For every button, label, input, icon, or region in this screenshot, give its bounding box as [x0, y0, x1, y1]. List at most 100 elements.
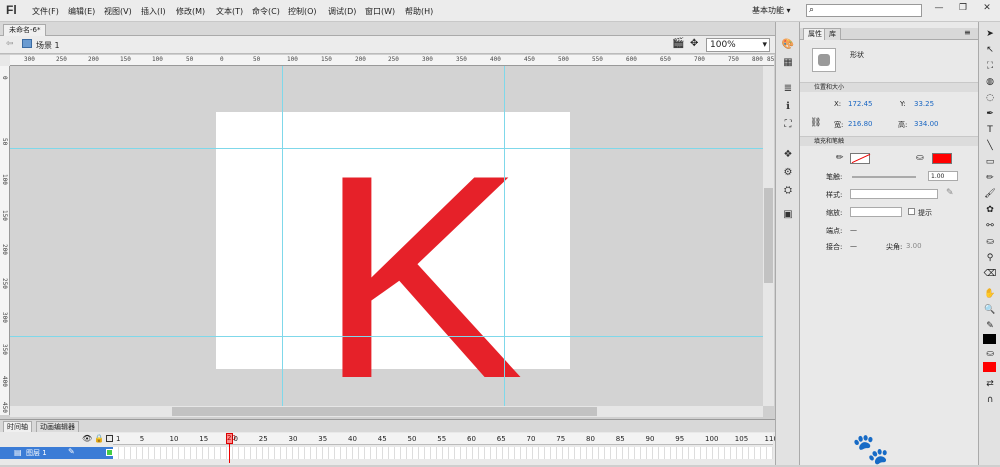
motion-presets-icon[interactable]: ⛭ [780, 184, 796, 198]
y-value[interactable]: 33.25 [914, 100, 934, 108]
free-transform-tool-icon[interactable]: ⛶ [982, 60, 998, 73]
edit-scene-icon[interactable]: 🎬 [672, 38, 684, 49]
letter-k-shape[interactable]: K [317, 132, 524, 406]
section-fill-stroke[interactable]: 填充和笔触 [800, 136, 978, 146]
frame-number: 60 [467, 435, 476, 443]
shape-thumbnail [812, 48, 836, 72]
menu-debug[interactable]: 调试(D) [328, 6, 356, 17]
style-select[interactable] [850, 189, 938, 199]
outline-icon[interactable] [106, 435, 113, 442]
rectangle-tool-icon[interactable]: ▭ [982, 156, 998, 169]
ruler-tick: 50 [1, 138, 8, 146]
snap-magnet-icon[interactable]: ∩ [982, 394, 998, 407]
selection-tool-icon[interactable]: ➤ [982, 28, 998, 41]
bone-tool-icon[interactable]: ⚯ [982, 220, 998, 233]
minimize-button[interactable]: — [926, 1, 952, 15]
ruler-top: 300 250 200 150 100 50 0 50 100 150 200 … [10, 55, 774, 66]
lasso-tool-icon[interactable]: ◌ [982, 92, 998, 105]
pencil-tool-icon[interactable]: ✏ [982, 172, 998, 185]
cap-select[interactable]: — [850, 226, 857, 234]
menu-file[interactable]: 文件(F) [32, 6, 59, 17]
zoom-tool-icon[interactable]: 🔍 [982, 304, 998, 317]
color-icon[interactable]: 🎨 [780, 38, 796, 52]
section-position-size[interactable]: 位置和大小 [800, 82, 978, 92]
menu-window[interactable]: 窗口(W) [365, 6, 395, 17]
menu-control[interactable]: 控制(O) [288, 6, 317, 17]
ruler-tick: 400 [490, 56, 501, 63]
x-value[interactable]: 172.45 [848, 100, 873, 108]
stroke-color-chip[interactable] [983, 334, 996, 344]
menu-edit[interactable]: 编辑(E) [68, 6, 95, 17]
menu-insert[interactable]: 插入(I) [141, 6, 166, 17]
info-icon[interactable]: ℹ [780, 100, 796, 114]
menu-commands[interactable]: 命令(C) [252, 6, 280, 17]
watermark-paw-icon: 🐾 [852, 432, 890, 467]
components-icon[interactable]: ❖ [780, 148, 796, 162]
menu-text[interactable]: 文本(T) [216, 6, 243, 17]
horizontal-scrollbar[interactable] [10, 406, 763, 417]
workspace-switcher[interactable]: 基本功能 ▾ [752, 5, 791, 16]
vertical-scroll-thumb[interactable] [764, 188, 773, 283]
stroke-width-field[interactable]: 1.00 [928, 171, 958, 181]
line-tool-icon[interactable]: ╲ [982, 140, 998, 153]
text-tool-icon[interactable]: T [982, 124, 998, 137]
scale-select[interactable] [850, 207, 902, 217]
document-tab[interactable]: 未命名-6* [3, 24, 47, 36]
miter-value[interactable]: 3.00 [906, 242, 922, 250]
guide-line[interactable] [10, 148, 763, 149]
history-icon[interactable]: ▣ [780, 208, 796, 222]
object-type-label: 形状 [850, 51, 864, 59]
fill-color-swatch[interactable] [932, 153, 952, 164]
back-arrow-icon[interactable]: ⇦ [6, 39, 14, 49]
pen-tool-icon[interactable]: ✒ [982, 108, 998, 121]
zoom-field[interactable]: 100% ▾ [706, 38, 770, 52]
layer-name[interactable]: 图层 1 [26, 448, 47, 458]
help-search-input[interactable]: ⌕ [806, 4, 922, 17]
eyedropper-tool-icon[interactable]: ⚲ [982, 252, 998, 265]
edit-symbol-icon[interactable]: ✥ [690, 38, 698, 49]
fill-color-chip[interactable] [983, 362, 996, 372]
code-snippets-icon[interactable]: ⚙ [780, 166, 796, 180]
link-icon[interactable]: ⛓ [810, 118, 821, 128]
menu-view[interactable]: 视图(V) [104, 6, 132, 17]
vertical-scrollbar[interactable] [763, 66, 774, 406]
brush-tool-icon[interactable]: 🖌 [982, 188, 998, 201]
menu-help[interactable]: 帮助(H) [405, 6, 433, 17]
tab-library[interactable]: 库 [824, 28, 841, 40]
guide-line[interactable] [282, 66, 283, 406]
join-select[interactable]: — [850, 242, 857, 250]
horizontal-scroll-thumb[interactable] [172, 407, 597, 416]
frame-row[interactable] [113, 447, 773, 459]
guide-line[interactable] [10, 336, 763, 337]
eraser-tool-icon[interactable]: ⌫ [982, 268, 998, 281]
restore-button[interactable]: ❐ [950, 1, 976, 15]
paint-bucket-tool-icon[interactable]: ⛀ [982, 236, 998, 249]
hand-tool-icon[interactable]: ✋ [982, 288, 998, 301]
close-button[interactable]: ✕ [974, 1, 1000, 15]
align-icon[interactable]: ≣ [780, 82, 796, 96]
swap-colors-icon[interactable]: ⇄ [982, 378, 998, 391]
pasteboard[interactable]: K [10, 66, 763, 406]
menu-modify[interactable]: 修改(M) [176, 6, 205, 17]
lock-icon[interactable]: 🔒 [94, 434, 104, 443]
3d-rotation-tool-icon[interactable]: ◍ [982, 76, 998, 89]
frame-number: 95 [675, 435, 685, 443]
transform-icon[interactable]: ⛶ [780, 118, 796, 132]
layer-row[interactable]: ▤ 图层 1 ✎ [0, 447, 113, 459]
panel-menu-icon[interactable]: ≡ [964, 28, 971, 37]
edit-style-icon[interactable]: ✎ [946, 188, 954, 198]
frame-ruler[interactable]: 1 5 10 15 20 25 30 35 40 45 50 55 60 65 70 75 80 85 90 95 10… [113, 433, 867, 445]
hint-checkbox[interactable] [908, 208, 915, 215]
stroke-color-swatch[interactable] [850, 153, 871, 164]
eye-icon[interactable]: 👁 [82, 434, 92, 443]
swatches-icon[interactable]: ▦ [780, 56, 796, 70]
stroke-width-slider[interactable] [852, 176, 916, 178]
chevron-down-icon[interactable]: ▾ [762, 39, 767, 51]
height-value[interactable]: 334.00 [914, 120, 939, 128]
width-value[interactable]: 216.80 [848, 120, 873, 128]
layer-color-swatch[interactable] [106, 449, 113, 456]
x-label: X: [834, 100, 842, 108]
subselection-tool-icon[interactable]: ↖ [982, 44, 998, 57]
deco-tool-icon[interactable]: ✿ [982, 204, 998, 217]
guide-line[interactable] [504, 66, 505, 406]
